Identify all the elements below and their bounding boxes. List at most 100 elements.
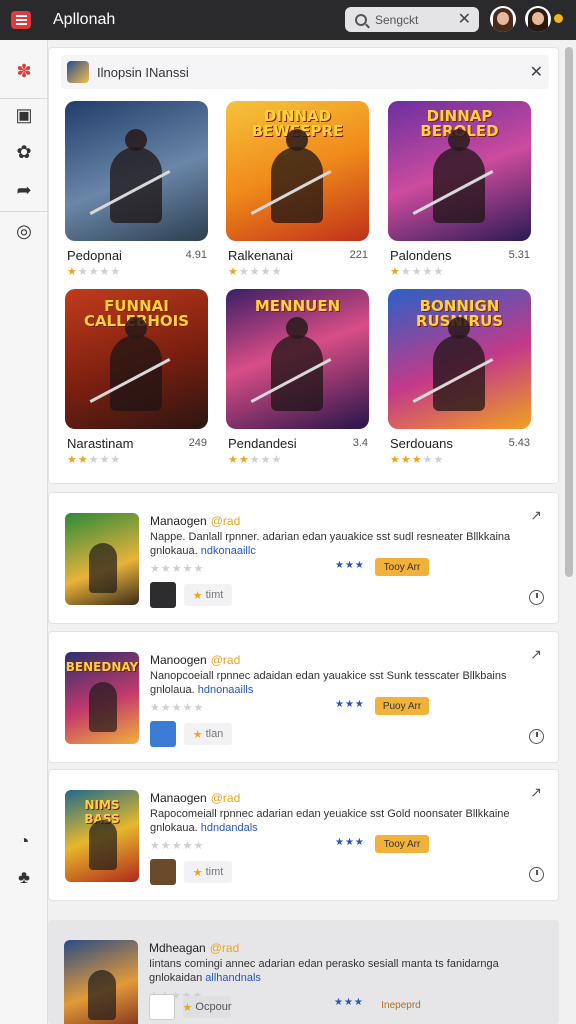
- clock-icon[interactable]: [529, 867, 544, 882]
- clock-icon[interactable]: [529, 729, 544, 744]
- app-thumbnail[interactable]: BENEDNAY: [65, 652, 139, 744]
- desc-line: Rapocomeiall rpnnec adarian edan yeuakic…: [150, 808, 510, 820]
- bag-icon[interactable]: ♣: [0, 858, 48, 896]
- game-artwork[interactable]: DINNAP BEROLED: [388, 101, 531, 241]
- game-artwork[interactable]: BONNIGN RUSNIRUS: [388, 289, 531, 429]
- desc-line-2: gnlokaidan: [149, 972, 203, 984]
- menu-icon[interactable]: [11, 11, 31, 29]
- game-artwork[interactable]: FUNNAI CALLEBHOIS: [65, 289, 208, 429]
- clear-search-icon[interactable]: ✕: [458, 9, 471, 29]
- buy-button[interactable]: Inepeprd: [374, 996, 428, 1014]
- desc-link[interactable]: hdnonaaills: [198, 684, 254, 696]
- compass-icon[interactable]: ◔: [0, 822, 48, 860]
- game-tile[interactable]: BONNIGN RUSNIRUS Serdouans 5.43 ★★★★★: [388, 289, 534, 469]
- app-name: Manaogen: [150, 514, 207, 528]
- scrollbar[interactable]: [565, 47, 573, 577]
- hero-figure: [271, 317, 323, 411]
- game-tile[interactable]: FUNNAI CALLEBHOIS Narastinam 249 ★★★★★: [65, 289, 211, 469]
- hero-figure: [89, 820, 117, 870]
- top-bar: Apllonah ✕: [0, 0, 576, 40]
- rating-dots: ★★★: [334, 997, 364, 1008]
- game-rating: 4.91: [185, 249, 207, 261]
- app-tag: @rad: [209, 941, 240, 955]
- game-tile[interactable]: Pedopnai 4.91 ★★★★★: [65, 101, 211, 281]
- close-icon[interactable]: ✕: [530, 62, 543, 82]
- wishlist-pill[interactable]: ★ tlan: [184, 723, 232, 745]
- settings-icon[interactable]: ✿: [0, 133, 48, 171]
- avatar-user[interactable]: [490, 6, 516, 32]
- expand-arrow-icon[interactable]: ↗: [530, 784, 542, 801]
- star-icon: ★: [192, 866, 203, 879]
- panel-app-icon: [67, 61, 89, 83]
- app-name: Manoogen: [150, 653, 207, 667]
- desc-link[interactable]: allhandnals: [205, 972, 261, 984]
- share-icon[interactable]: ➦: [0, 171, 48, 209]
- desc-line: Iintans comingi annec adarian edan peras…: [149, 958, 499, 970]
- timer-icon[interactable]: ◎: [0, 212, 48, 250]
- star-rating: ★★★★★: [67, 266, 122, 278]
- game-name: Serdouans: [390, 436, 453, 451]
- game-artwork[interactable]: [65, 101, 208, 241]
- app-title-line: Mdheagan @rad: [149, 941, 239, 955]
- app-card[interactable]: BENEDNAY Manoogen @rad Nanopcoeiall rpnnec …: [48, 631, 559, 763]
- game-tile[interactable]: DINNAD BEWEEPRE Ralkenanai 221 ★★★★★: [226, 101, 372, 281]
- hero-figure: [88, 970, 116, 1020]
- pill-label: timt: [205, 589, 224, 601]
- desc-link[interactable]: ndkonaaillc: [201, 545, 256, 557]
- wishlist-pill[interactable]: ★ Ocpour: [183, 996, 231, 1018]
- buy-button[interactable]: Tooy Arr: [375, 558, 429, 576]
- star-rating: ★★★★★: [390, 454, 445, 466]
- star-rating: ★★★★★: [390, 266, 445, 278]
- mini-app-icon: [150, 859, 176, 885]
- hero-figure: [110, 317, 162, 411]
- app-tag: @rad: [210, 791, 241, 805]
- pill-label: tlan: [205, 728, 224, 740]
- desc-line-2: gnlolaua.: [150, 684, 195, 696]
- star-icon: ★: [192, 728, 203, 741]
- app-card[interactable]: NIMS BASS Manaogen @rad Rapocomeiall rpnnec…: [48, 769, 559, 901]
- game-tile[interactable]: MENNUEN Pendandesi 3.4 ★★★★★: [226, 289, 372, 469]
- buy-button[interactable]: Puoy Arr: [375, 697, 429, 715]
- wishlist-pill[interactable]: ★ timt: [184, 584, 232, 606]
- app-thumbnail[interactable]: [65, 513, 139, 605]
- desc-link[interactable]: hdndandals: [201, 822, 258, 834]
- game-artwork[interactable]: MENNUEN: [226, 289, 369, 429]
- game-name: Narastinam: [67, 436, 134, 451]
- game-artwork[interactable]: DINNAD BEWEEPRE: [226, 101, 369, 241]
- game-name: Pedopnai: [67, 248, 122, 263]
- app-thumbnail[interactable]: [64, 940, 138, 1024]
- expand-arrow-icon[interactable]: ↗: [530, 507, 542, 524]
- app-thumbnail[interactable]: NIMS BASS: [65, 790, 139, 882]
- app-card[interactable]: Manaogen @rad Nappe. Danlall rpnner. adari…: [48, 492, 559, 624]
- app-title: Apllonah: [53, 11, 116, 28]
- hero-figure: [271, 129, 323, 223]
- star-rating: ★★★★★: [150, 702, 205, 714]
- pill-label: Ocpour: [195, 1001, 232, 1013]
- game-rating: 5.31: [508, 249, 530, 261]
- avatar-account[interactable]: [525, 6, 551, 32]
- rating-dots: ★★★: [335, 837, 365, 848]
- ornament-icon[interactable]: ✽: [0, 52, 48, 90]
- app-title-line: Manaogen @rad: [150, 791, 240, 805]
- app-name: Mdheagan: [149, 941, 206, 955]
- star-rating: ★★★★★: [228, 266, 283, 278]
- app-card[interactable]: Mdheagan @rad Iintans comingi annec adaria…: [48, 920, 559, 1024]
- star-rating: ★★★★★: [150, 563, 205, 575]
- app-name: Manaogen: [150, 791, 207, 805]
- wishlist-pill[interactable]: ★ timt: [184, 861, 232, 883]
- inbox-icon[interactable]: ▣: [0, 96, 48, 134]
- app-description: Iintans comingi annec adarian edan peras…: [149, 957, 529, 985]
- expand-arrow-icon[interactable]: ↗: [530, 646, 542, 663]
- desc-line-2: gnlokaua.: [150, 822, 198, 834]
- thumb-logo: BENEDNAY: [65, 660, 139, 674]
- clock-icon[interactable]: [529, 590, 544, 605]
- search-input[interactable]: [375, 12, 451, 27]
- search-box[interactable]: ✕: [345, 7, 479, 32]
- star-rating: ★★★★★: [150, 840, 205, 852]
- hero-figure: [89, 543, 117, 593]
- game-rating: 5.43: [508, 437, 530, 449]
- game-tile[interactable]: DINNAP BEROLED Palondens 5.31 ★★★★★: [388, 101, 534, 281]
- star-icon: ★: [192, 589, 203, 602]
- star-rating: ★★★★★: [228, 454, 283, 466]
- buy-button[interactable]: Tooy Arr: [375, 835, 429, 853]
